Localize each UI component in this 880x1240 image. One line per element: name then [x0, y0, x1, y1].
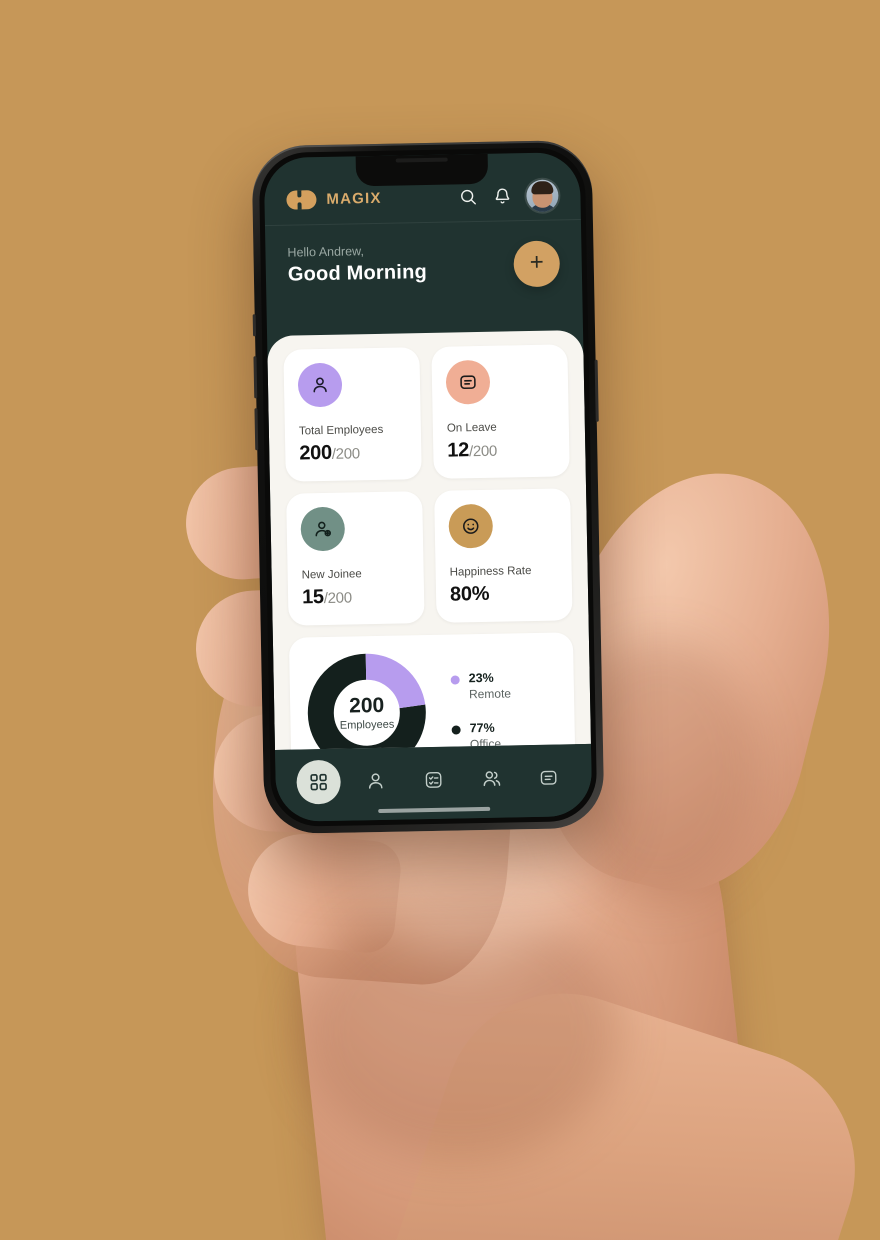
- nav-item-team[interactable]: [469, 756, 514, 801]
- notch: [355, 153, 489, 187]
- stat-card-on-leave[interactable]: On Leave 12/200: [431, 344, 570, 479]
- stat-denominator: /200: [331, 445, 360, 463]
- donut-total-label: Employees: [339, 718, 395, 732]
- person-add-icon: [300, 506, 346, 552]
- legend-item-remote: 23% Remote: [450, 670, 512, 701]
- volume-up-button[interactable]: [253, 356, 258, 399]
- stat-label: On Leave: [446, 421, 497, 435]
- volume-down-button[interactable]: [254, 408, 259, 451]
- grid-icon: [310, 773, 327, 791]
- greeting-section: Hello Andrew, Good Morning +: [265, 220, 583, 314]
- app-bar-actions: [458, 178, 559, 213]
- finger-4: [242, 828, 404, 956]
- stat-label: Total Employees: [298, 423, 384, 438]
- donut-total: 200: [348, 693, 385, 718]
- plus-icon: +: [529, 248, 544, 276]
- checklist-icon: [425, 772, 442, 788]
- legend-dot-remote: [450, 674, 460, 685]
- avatar[interactable]: [526, 178, 559, 212]
- brand-name: MAGIX: [326, 189, 382, 208]
- phone-device: MAGIX Hello Andrew, Good Morning + Total…: [251, 139, 605, 835]
- mute-switch[interactable]: [252, 314, 257, 337]
- phone-bezel: MAGIX Hello Andrew, Good Morning + Total…: [258, 146, 598, 828]
- brand-logo[interactable]: MAGIX: [286, 189, 382, 210]
- add-button[interactable]: +: [513, 240, 561, 288]
- donut-center-label: 200 Employees: [339, 693, 395, 732]
- nav-item-dashboard[interactable]: [296, 759, 341, 805]
- legend-percent: 77%: [469, 720, 495, 735]
- work-location-chart-card: 200 Employees 23% Remote 77% Office: [288, 632, 576, 750]
- smiley-icon: [448, 503, 494, 549]
- legend-dot-office: [451, 724, 461, 735]
- legend-percent: 23%: [468, 670, 494, 685]
- content-sheet: Total Employees 200/200 On Leave 12/200: [267, 329, 591, 750]
- power-button[interactable]: [594, 359, 599, 422]
- stat-label: Happiness Rate: [449, 565, 532, 579]
- list-document-icon: [540, 770, 557, 785]
- legend-name: Remote: [468, 685, 512, 701]
- greeting-hello: Hello Andrew,: [287, 244, 365, 260]
- document-icon: [445, 359, 491, 405]
- earpiece-speaker: [395, 157, 448, 163]
- donut-chart: 200 Employees: [303, 649, 430, 750]
- stat-denominator: /200: [468, 442, 498, 461]
- stat-value: 12/200: [447, 439, 498, 462]
- greeting-title: Good Morning: [287, 260, 428, 286]
- chart-legend: 23% Remote 77% Office: [437, 670, 513, 750]
- stat-card-happiness-rate[interactable]: Happiness Rate 80%: [434, 488, 573, 623]
- magix-logo-icon: [286, 190, 317, 210]
- stat-value: 15/200: [301, 586, 352, 609]
- nav-item-tasks[interactable]: [411, 758, 456, 803]
- stat-card-total-employees[interactable]: Total Employees 200/200: [283, 347, 422, 482]
- person-icon: [297, 362, 343, 408]
- nav-item-profile[interactable]: [354, 759, 399, 804]
- stat-label: New Joinee: [301, 568, 362, 582]
- wrist: [393, 962, 880, 1240]
- bell-icon[interactable]: [492, 186, 512, 206]
- search-icon[interactable]: [458, 186, 478, 206]
- person-outline-icon: [369, 773, 383, 789]
- stat-card-new-joinee[interactable]: New Joinee 15/200: [286, 491, 425, 626]
- stat-value: 200/200: [299, 441, 360, 465]
- people-icon: [483, 771, 500, 787]
- stat-denominator: /200: [323, 589, 352, 608]
- hand-shadow-1: [300, 900, 620, 1160]
- phone-screen: MAGIX Hello Andrew, Good Morning + Total…: [263, 152, 593, 822]
- stats-grid: Total Employees 200/200 On Leave 12/200: [283, 344, 573, 626]
- nav-item-reports[interactable]: [526, 755, 571, 800]
- stat-value: 80%: [449, 582, 490, 606]
